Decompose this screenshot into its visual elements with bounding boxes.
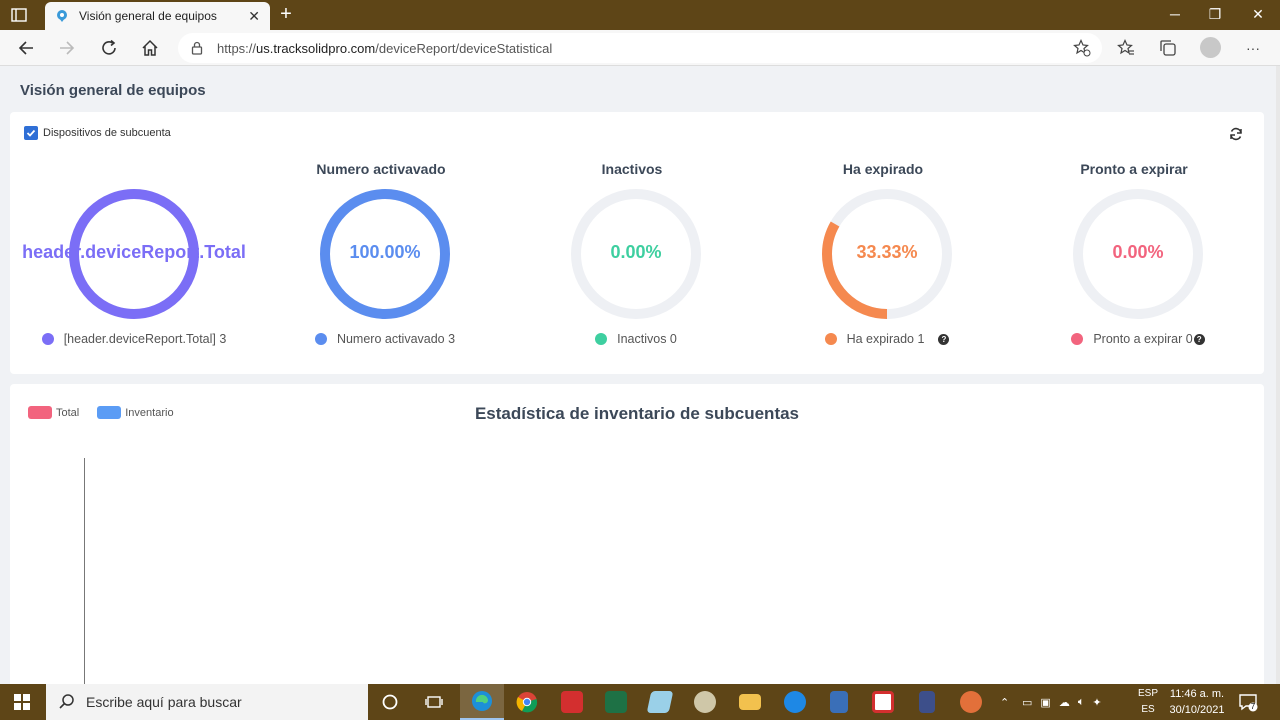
legend-dot <box>1071 333 1084 345</box>
url-text: https://us.tracksolidpro.com/deviceRepor… <box>217 40 553 56</box>
paint-app-icon[interactable] <box>683 684 727 720</box>
network-icon[interactable]: ▣ <box>1040 696 1050 709</box>
profile-avatar[interactable] <box>1200 37 1221 58</box>
stat-title: Ha expirado <box>842 161 924 177</box>
notification-count: 7 <box>1250 702 1256 711</box>
stat-title: Numero activavado <box>316 161 446 177</box>
search-icon <box>59 694 74 709</box>
browser-tab[interactable]: Visión general de equipos ✕ <box>45 2 270 30</box>
page-content: Visión general de equipos Dispositivos d… <box>0 66 1276 694</box>
stat-block-3: Ha expirado 33.33% Ha expirado 1? <box>763 112 1003 374</box>
help-icon[interactable]: ? <box>938 333 950 345</box>
legend-dot <box>314 333 327 345</box>
restore-button[interactable]: ❐ <box>1200 6 1230 23</box>
tab-title: Visión general de equipos <box>79 9 217 23</box>
stat-title: Pronto a expirar <box>1080 161 1188 177</box>
building-app-icon[interactable] <box>905 684 949 720</box>
volume-icon[interactable]: 🔈︎ <box>1078 696 1085 709</box>
language-indicator[interactable]: ESP ES <box>1136 686 1160 718</box>
settings-menu-icon[interactable]: ··· <box>1243 38 1263 58</box>
forward-icon[interactable] <box>57 38 77 58</box>
stat-block-1: Numero activavado 100.00% Numero activavad… <box>261 112 501 374</box>
stat-percentage: 0.00% <box>610 242 662 262</box>
legend-dot <box>595 333 608 345</box>
stat-legend[interactable]: Numero activavado 3 <box>261 332 509 346</box>
stat-legend-text: [header.deviceReport.Total] 3 <box>63 332 227 346</box>
back-icon[interactable] <box>16 38 36 58</box>
collections-icon[interactable] <box>1158 38 1178 58</box>
stat-block-2: Inactivos 0.00% Inactivos 0 <box>512 112 752 374</box>
stat-legend-text: Pronto a expirar 0 <box>1093 332 1193 346</box>
inventory-chart-title: Estadística de inventario de subcuentas <box>474 404 800 423</box>
browser-title-bar: Visión general de equipos ✕ + ─ ❐ ✕ <box>0 0 1280 30</box>
clock-date: 30/10/2021 <box>1169 704 1225 716</box>
help-icon[interactable]: ? <box>1193 333 1205 345</box>
stat-legend-text: Inactivos 0 <box>617 332 677 346</box>
clock-time: 11:46 a. m. <box>1169 688 1225 700</box>
stat-percentage: header.deviceReport.Total <box>22 242 246 262</box>
tab-close-icon[interactable]: ✕ <box>248 8 260 25</box>
location-pin-icon <box>57 10 67 22</box>
cortana-icon[interactable] <box>368 684 412 720</box>
onedrive-icon[interactable]: ☁ <box>1059 696 1070 709</box>
task-view-icon[interactable] <box>412 684 456 720</box>
show-hidden-icons[interactable]: ⌃ <box>1000 684 1009 720</box>
teamviewer-app-icon[interactable] <box>773 684 817 720</box>
device-stats-card: Dispositivos de subcuenta header.deviceR… <box>10 112 1264 374</box>
file-explorer-icon[interactable] <box>728 684 772 720</box>
notes-app-icon[interactable] <box>638 684 682 720</box>
meet-icon[interactable]: ▭ <box>1022 696 1032 709</box>
stat-title: Inactivos <box>601 161 663 177</box>
search-placeholder: Escribe aquí para buscar <box>86 694 242 710</box>
windows-taskbar: Escribe aquí para buscar ⌃ ▭ ▣ ☁ 🔈︎ ✦ ES… <box>0 684 1280 720</box>
stat-percentage: 100.00% <box>349 242 421 262</box>
excel-app-icon[interactable] <box>594 684 638 720</box>
tab-actions-icon[interactable] <box>10 7 28 23</box>
favorites-icon[interactable] <box>1116 38 1136 58</box>
taskbar-search-box[interactable]: Escribe aquí para buscar <box>46 684 368 720</box>
calculator-app-icon[interactable] <box>817 684 861 720</box>
home-icon[interactable] <box>140 38 160 58</box>
dropbox-icon[interactable]: ✦ <box>1092 696 1101 709</box>
stat-percentage: 0.00% <box>1112 242 1164 262</box>
hand-app-icon[interactable] <box>949 684 993 720</box>
headset-app-icon[interactable] <box>861 684 905 720</box>
legend-dot <box>824 333 837 345</box>
inventory-chart-card: Total Inventario Estadística de inventar… <box>10 384 1264 694</box>
stat-legend[interactable]: Inactivos 0 <box>512 332 760 346</box>
stat-legend-text: Ha expirado 1 <box>846 332 925 346</box>
address-bar[interactable]: https://us.tracksolidpro.com/deviceRepor… <box>178 33 1102 63</box>
stat-legend[interactable]: Ha expirado 1? <box>763 332 1011 346</box>
tray-icons[interactable]: ▭ ▣ ☁ 🔈︎ ✦ <box>1022 684 1102 720</box>
lock-icon <box>191 41 203 55</box>
stat-block-4: Pronto a expirar 0.00% Pronto a expirar 0? <box>1014 112 1254 374</box>
reload-icon[interactable] <box>99 38 119 58</box>
minimize-button[interactable]: ─ <box>1160 6 1190 22</box>
windows-start-icon[interactable] <box>14 694 30 710</box>
page-title: Visión general de equipos <box>20 82 206 99</box>
browser-toolbar: https://us.tracksolidpro.com/deviceRepor… <box>0 30 1280 66</box>
taskbar-clock[interactable]: 11:46 a. m. 30/10/2021 <box>1164 686 1230 718</box>
edge-app-icon[interactable] <box>460 684 504 720</box>
close-window-button[interactable]: ✕ <box>1243 6 1273 23</box>
stat-legend[interactable]: [header.deviceReport.Total] 3 <box>10 332 258 346</box>
chart-y-axis <box>84 458 85 694</box>
add-favorite-icon[interactable] <box>1072 38 1092 58</box>
acrobat-app-icon[interactable] <box>550 684 594 720</box>
notification-center-icon[interactable]: 7 <box>1238 692 1258 712</box>
stat-legend[interactable]: Pronto a expirar 0? <box>1014 332 1262 346</box>
page-scrollbar[interactable] <box>1276 66 1280 684</box>
stat-percentage: 33.33% <box>856 242 918 262</box>
new-tab-button[interactable]: + <box>276 4 296 24</box>
chrome-app-icon[interactable] <box>505 684 549 720</box>
stat-legend-text: Numero activavado 3 <box>336 332 456 346</box>
stat-block-0: header.deviceReport.Total [header.deviceR… <box>10 112 250 374</box>
legend-dot <box>41 333 54 345</box>
